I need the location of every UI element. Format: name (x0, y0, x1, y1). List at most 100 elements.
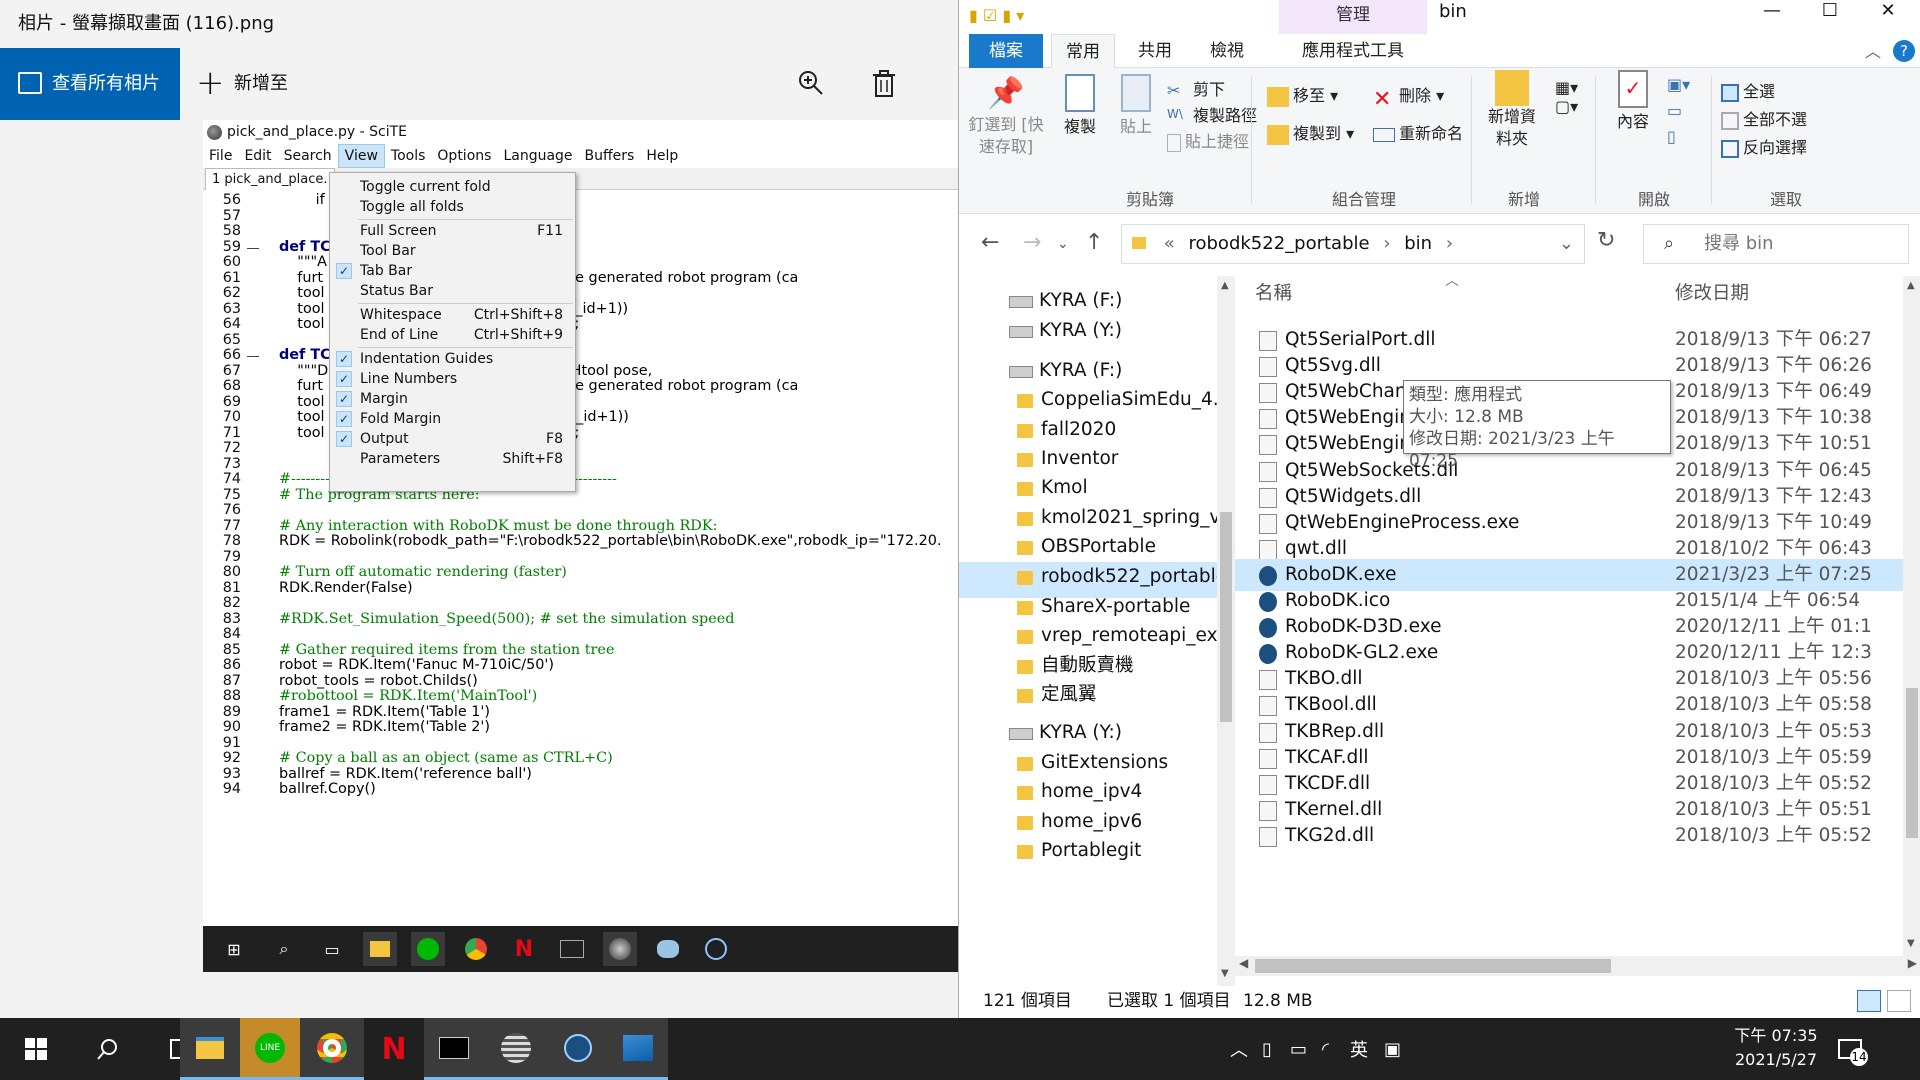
paste-shortcut-button[interactable]: 貼上捷徑 (1167, 128, 1249, 152)
menu-view[interactable]: View (337, 144, 385, 168)
code-line[interactable]: # Copy a ball as an object (same as CTRL… (279, 750, 613, 766)
view-menu-item[interactable]: Output F8 ✓ (330, 429, 577, 449)
manage-context-tab[interactable]: 管理 (1279, 0, 1427, 34)
code-line[interactable]: robot = RDK.Item('Fanuc M-710iC/50') (279, 657, 554, 673)
code-line[interactable]: ballref.Copy() (279, 781, 376, 797)
delete-icon[interactable] (872, 70, 896, 98)
menu-buffers[interactable]: Buffers (579, 145, 641, 167)
open-options-icon[interactable]: ▣▾ ▭ ▯ (1667, 72, 1690, 150)
select-all-button[interactable]: 全選 (1721, 78, 1775, 102)
help-icon[interactable]: ? (1893, 40, 1915, 62)
file-list-hscrollbar[interactable]: ◀ ▶ (1235, 956, 1920, 976)
copy-to-button[interactable]: 複製到 ▾ (1267, 120, 1354, 145)
taskbar-scite[interactable] (484, 1018, 548, 1080)
code-line[interactable]: def TC (279, 239, 331, 255)
code-line[interactable]: RDK.Render(False) (279, 580, 413, 596)
code-line[interactable]: # Turn off automatic rendering (faster) (279, 564, 567, 580)
ime-mode-icon[interactable]: ▣ (1384, 1018, 1401, 1080)
view-menu-item[interactable]: Line Numbers ✓ (330, 369, 577, 389)
tab-view[interactable]: 檢視 (1195, 34, 1259, 68)
view-menu-item[interactable]: Status Bar (330, 281, 577, 301)
code-line[interactable]: if (279, 192, 325, 208)
breadcrumb-robodk[interactable]: robodk522_portable (1188, 233, 1369, 254)
view-menu-item[interactable]: Fold Margin ✓ (330, 409, 577, 429)
column-name-header[interactable]: 名稱 (1255, 276, 1292, 312)
tab-app-tools[interactable]: 應用程式工具 (1277, 34, 1429, 68)
back-icon[interactable]: ← (981, 230, 999, 255)
device-icon[interactable]: ▯ (1262, 1018, 1272, 1080)
code-line[interactable]: ballref = RDK.Item('reference ball') (279, 766, 532, 782)
rename-button[interactable]: 重新命名 (1373, 120, 1463, 144)
search-button[interactable] (72, 1018, 144, 1080)
tree-item[interactable]: 定風翼 (959, 680, 1217, 716)
view-menu-item[interactable]: Margin ✓ (330, 389, 577, 409)
fold-marker[interactable] (247, 356, 259, 357)
code-line[interactable]: tool (279, 394, 324, 410)
code-line[interactable]: # Any interaction with RoboDK must be do… (279, 518, 717, 534)
paste-button[interactable]: 貼上 (1111, 74, 1161, 142)
view-menu-item[interactable]: Toggle current fold (330, 177, 577, 197)
recent-locations-icon[interactable]: ⌄ (1057, 236, 1069, 252)
navigation-scrollbar[interactable]: ▲ ▼ (1217, 276, 1235, 986)
invert-selection-button[interactable]: 反向選擇 (1721, 134, 1807, 158)
taskbar-line[interactable]: LINE (240, 1018, 300, 1080)
code-line[interactable]: frame1 = RDK.Item('Table 1') (279, 704, 490, 720)
clock[interactable]: 下午 07:35 2021/5/27 (1726, 1024, 1826, 1072)
code-line[interactable]: robot_tools = robot.Childs() (279, 673, 478, 689)
tab-share[interactable]: 共用 (1123, 34, 1187, 68)
copy-button[interactable]: 複製 (1055, 74, 1105, 142)
breadcrumb-bin[interactable]: bin (1404, 233, 1432, 254)
cut-button[interactable]: ✂ 剪下 (1167, 76, 1225, 101)
quick-access-toolbar-icon[interactable]: ▮ ☑ ▮ ▾ (969, 6, 1024, 25)
view-menu-item[interactable]: Toggle all folds (330, 197, 577, 217)
taskbar-netflix[interactable]: N (364, 1018, 424, 1080)
tree-item[interactable]: KYRA (Y:) (959, 316, 1217, 352)
fold-marker[interactable] (247, 247, 259, 249)
close-icon[interactable]: ✕ (1859, 0, 1917, 24)
file-list-scrollbar[interactable]: ▲ ▼ (1903, 276, 1920, 956)
see-all-photos-button[interactable]: 查看所有相片 (0, 48, 180, 120)
move-to-button[interactable]: 移至 ▾ (1267, 82, 1338, 107)
details-view-icon[interactable] (1857, 990, 1881, 1012)
collapse-ribbon-icon[interactable]: ︿ (1865, 38, 1881, 62)
refresh-icon[interactable]: ↻ (1597, 228, 1615, 253)
forward-icon[interactable]: → (1023, 230, 1041, 255)
taskbar-robodk[interactable] (548, 1018, 608, 1080)
menu-options[interactable]: Options (431, 145, 497, 167)
add-to-button[interactable]: + 新增至 (196, 48, 288, 120)
menu-edit[interactable]: Edit (238, 145, 277, 167)
address-dropdown-icon[interactable]: ⌄ (1559, 225, 1574, 263)
select-none-button[interactable]: 全部不選 (1721, 106, 1807, 130)
taskbar-chrome[interactable] (300, 1018, 364, 1080)
action-center-button[interactable]: 14 (1838, 1018, 1880, 1080)
ime-indicator[interactable]: 英 (1350, 1018, 1368, 1080)
taskbar-terminal[interactable] (424, 1018, 484, 1080)
delete-button[interactable]: ✕ 刪除 ▾ (1373, 82, 1444, 112)
tab-home[interactable]: 常用 (1051, 34, 1115, 68)
up-icon[interactable]: ↑ (1085, 230, 1103, 255)
copy-path-button[interactable]: W\ 複製路徑 (1167, 102, 1257, 127)
minimize-icon[interactable]: — (1743, 0, 1801, 24)
search-box[interactable]: ⌕ 搜尋 bin (1643, 224, 1909, 264)
menu-file[interactable]: File (203, 145, 238, 167)
view-menu-item[interactable]: End of Line Ctrl+Shift+9 (330, 325, 577, 345)
column-date-header[interactable]: 修改日期 (1675, 276, 1749, 312)
new-item-icon[interactable]: ▦▾ ▢▾ (1555, 78, 1578, 116)
view-menu-item[interactable]: Tab Bar ✓ (330, 261, 577, 281)
code-line[interactable]: RDK = Robolink(robodk_path="F:\robodk522… (279, 533, 942, 549)
view-menu-item[interactable]: Whitespace Ctrl+Shift+8 (330, 305, 577, 325)
address-bar[interactable]: « robodk522_portable › bin › ⌄ (1121, 224, 1585, 264)
menu-help[interactable]: Help (640, 145, 684, 167)
file-row[interactable]: TKG2d.dll 2018/10/3 上午 05:52 (1235, 820, 1903, 852)
taskbar-file-explorer[interactable] (180, 1018, 240, 1080)
large-icons-view-icon[interactable] (1887, 990, 1911, 1012)
pin-quick-access-button[interactable]: 📌 釘選到 [快速存取] (967, 74, 1045, 158)
taskbar-photos[interactable] (608, 1018, 668, 1080)
wifi-icon[interactable]: ◜ (1322, 1018, 1329, 1080)
code-line[interactable]: tool (279, 285, 324, 301)
show-hidden-icons[interactable]: ︿ (1230, 1018, 1248, 1080)
view-menu-item[interactable]: Indentation Guides ✓ (330, 349, 577, 369)
code-line[interactable]: #RDK.Set_Simulation_Speed(500); # set th… (279, 611, 734, 627)
menu-search[interactable]: Search (278, 145, 338, 167)
start-button[interactable] (0, 1018, 72, 1080)
